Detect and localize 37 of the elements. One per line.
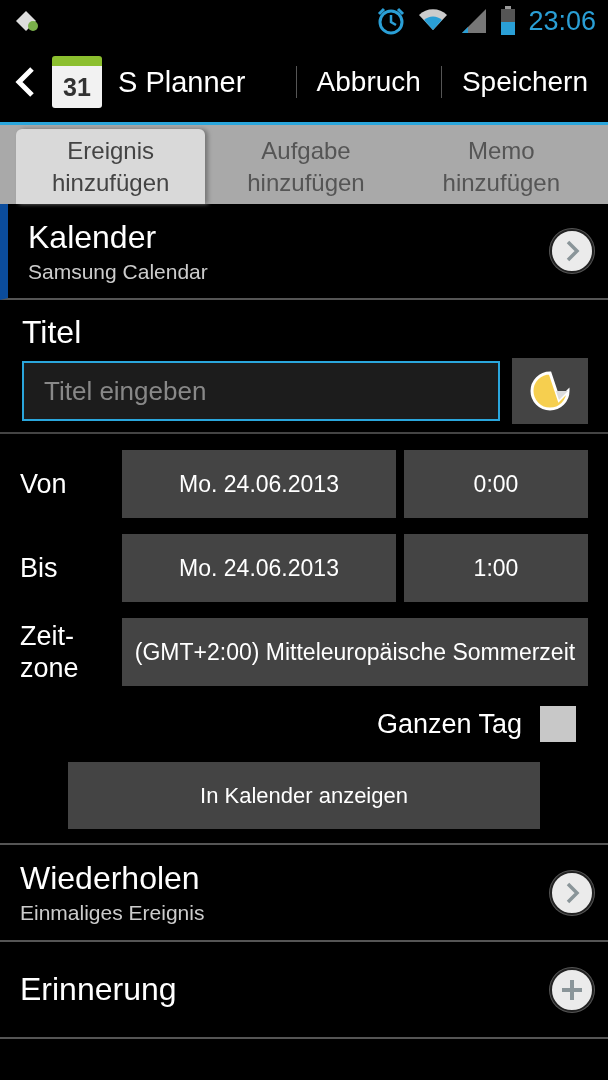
field-label: Von [20, 467, 68, 501]
app-notification-icon [14, 9, 40, 33]
date-button[interactable]: Mo. 24.06.2013 [122, 534, 396, 602]
action-button[interactable]: Speichern [441, 66, 608, 98]
all-day-checkbox[interactable] [540, 706, 576, 742]
checkbox-label: Ganzen Tag [376, 708, 522, 740]
show-in-calendar-button[interactable]: In Kalender anzeigen [68, 762, 540, 829]
field-label: Zeit- zone [20, 619, 80, 685]
alarm-icon [376, 6, 407, 36]
plus-icon [560, 977, 584, 1002]
row-title: Kalender [28, 218, 158, 256]
battery-icon [500, 6, 517, 36]
row-value: Samsung Calendar [28, 259, 209, 284]
signal-icon [460, 7, 489, 35]
status-time: 23:06 [528, 5, 596, 37]
chevron-right-button[interactable] [550, 229, 594, 273]
time-button[interactable]: 1:00 [404, 534, 588, 602]
back-icon[interactable] [14, 66, 36, 98]
chevron-right-button[interactable] [550, 870, 594, 915]
title-input-field[interactable]: Titel eingeben [22, 361, 500, 421]
add-button[interactable] [550, 967, 594, 1012]
calendar-row[interactable]: Kalender Samsung Calendar [0, 204, 608, 300]
sticker-icon [529, 370, 571, 412]
setting-row[interactable]: Wiederholen Einmaliges Ereignis [0, 843, 608, 940]
timezone-button[interactable]: (GMT+2:00) Mitteleuropäische Sommerzeit [122, 618, 588, 686]
field-label: Titel [22, 314, 82, 351]
field-label: Bis [20, 551, 59, 585]
time-button[interactable]: 0:00 [404, 450, 588, 518]
date-button[interactable]: Mo. 24.06.2013 [122, 450, 396, 518]
action-button[interactable]: Abbruch [296, 66, 441, 98]
setting-row[interactable]: Erinnerung [0, 940, 608, 1039]
row-value: Einmaliges Ereignis [20, 901, 206, 925]
tab[interactable]: Ereignis hinzufügen [16, 129, 206, 204]
app-title: S Planner [118, 65, 247, 99]
row-title: Wiederholen [20, 860, 201, 897]
row-title: Erinnerung [20, 971, 178, 1008]
sticker-button[interactable] [512, 358, 588, 424]
